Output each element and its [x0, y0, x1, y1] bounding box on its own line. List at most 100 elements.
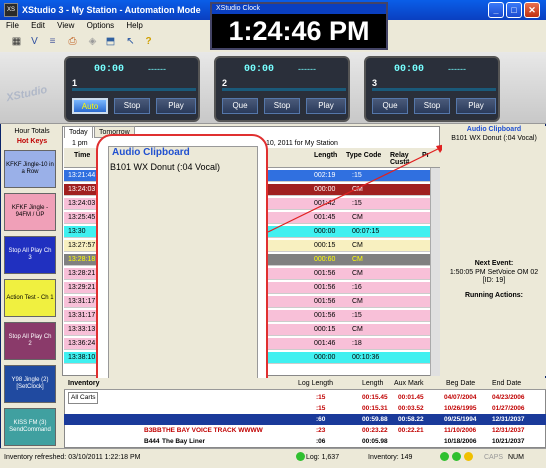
log-cell-time: 13:27:57: [68, 242, 96, 249]
close-button[interactable]: ✕: [524, 2, 540, 18]
play-button[interactable]: Play: [156, 98, 196, 114]
log-cell-type: CM: [352, 256, 363, 263]
deck-2: 2 00:00 ------ Que Stop Play: [214, 56, 350, 122]
next-event-label: Next Event:: [474, 260, 514, 267]
logo-icon[interactable]: ◈: [86, 35, 99, 48]
inv-cell-end: 01/27/2006: [492, 405, 525, 412]
inventory-row[interactable]: B444 The Bay Liner:06 00:05.98 10/18/2006 10…: [64, 436, 546, 447]
log-cell-len: 001:56: [314, 270, 336, 277]
log-cell-time: 13:24:03: [68, 186, 96, 193]
menu-view[interactable]: View: [57, 21, 74, 30]
col-log-length[interactable]: Log Length: [298, 380, 333, 387]
deck-time: 00:00: [94, 64, 125, 75]
inv-cell-log: :06: [316, 438, 326, 445]
deck-title: ------: [148, 64, 166, 74]
deck-number: 1: [72, 78, 78, 88]
list-icon[interactable]: ≡: [46, 35, 59, 48]
log-cell-len: 000:15: [314, 326, 336, 333]
inventory-row[interactable]: :15 00:15.31 00:03.52 10/26/1995 01/27/2006: [64, 403, 546, 414]
col-inv-length[interactable]: Length: [362, 380, 383, 387]
tab-inventory[interactable]: Inventory: [68, 380, 100, 387]
inventory-row[interactable]: :15 00:15.45 00:01.45 04/07/2004 04/23/2006: [64, 392, 546, 403]
log-cell-len: 001:46: [314, 340, 336, 347]
log-cell-type: CM: [352, 270, 363, 277]
menu-edit[interactable]: Edit: [31, 21, 45, 30]
hot-key-button[interactable]: KFKF Jingle - 94FM / UP: [4, 193, 56, 231]
col-end-date[interactable]: End Date: [492, 380, 521, 387]
status-light-2: [452, 452, 461, 461]
log-cell-len: 001:56: [314, 298, 336, 305]
db-icon[interactable]: ⬒: [104, 35, 117, 48]
right-pane: Audio Clipboard B101 WX Donut (:04 Vocal…: [442, 126, 546, 376]
log-cell-len: 001:56: [314, 284, 336, 291]
right-clipboard-value[interactable]: B101 WX Donut (:04 Vocal): [442, 135, 546, 142]
auto-button[interactable]: Auto: [72, 98, 108, 114]
menu-options[interactable]: Options: [87, 21, 115, 30]
inv-cell-end: 12/31/2037: [492, 416, 525, 423]
deck-1: 1 00:00 ------ Auto Stop Play: [64, 56, 200, 122]
hot-key-button[interactable]: Action Test - Ch 1: [4, 279, 56, 317]
audio-clipboard-popup: [108, 146, 258, 408]
hour-label[interactable]: 1 pm: [72, 140, 88, 147]
log-cell-len: 000:60: [314, 256, 336, 263]
menu-help[interactable]: Help: [126, 21, 142, 30]
tab-hot-keys[interactable]: Hot Keys: [2, 138, 62, 145]
play-button[interactable]: Play: [306, 98, 346, 114]
hot-key-button[interactable]: KISS FM (3) SendCommand: [4, 408, 56, 446]
inv-cell-len: 00:23.22: [362, 427, 388, 434]
log-cell-len: 001:56: [314, 312, 336, 319]
stop-button[interactable]: Stop: [114, 98, 150, 114]
inv-cell-log: :23: [316, 427, 326, 434]
log-cell-time: 13:31:17: [68, 298, 96, 305]
log-cell-len: 000:15: [314, 242, 336, 249]
status-light-3: [464, 452, 473, 461]
clock-window: XStudio Clock 1:24:46 PM: [210, 2, 388, 50]
col-beg-date[interactable]: Beg Date: [446, 380, 475, 387]
inv-cell-beg: 10/26/1995: [444, 405, 477, 412]
que-button[interactable]: Que: [372, 98, 408, 114]
status-light-1: [440, 452, 449, 461]
minimize-button[interactable]: _: [488, 2, 504, 18]
help-cursor-icon[interactable]: ↖: [124, 35, 137, 48]
inv-cell-len: 00:15.31: [362, 405, 388, 412]
clipboard-title: Audio Clipboard: [112, 147, 190, 158]
inv-cell-len: 00:05.98: [362, 438, 388, 445]
voice-track-icon[interactable]: V: [28, 35, 41, 48]
inv-cell-log: :15: [316, 405, 326, 412]
stop-button[interactable]: Stop: [414, 98, 450, 114]
hot-key-button[interactable]: KFKF Jingle-10 in a Row: [4, 150, 56, 188]
stop-button[interactable]: Stop: [264, 98, 300, 114]
print-icon[interactable]: ⎙: [66, 35, 79, 48]
inv-cell-aux: 00:03.52: [398, 405, 424, 412]
tab-today[interactable]: Today: [64, 126, 93, 138]
log-status-icon: [296, 452, 305, 461]
log-cell-time: 13:25:45: [68, 214, 96, 221]
inventory-row[interactable]: :60 00:59.88 00:58.22 09/25/1994 12/31/2037: [64, 414, 546, 425]
inv-cell-beg: 10/18/2006: [444, 438, 477, 445]
help-icon[interactable]: ?: [142, 35, 155, 48]
hot-key-button[interactable]: Stop All Play Ch 2: [4, 322, 56, 360]
deck-number: 3: [372, 78, 378, 88]
clock-title: XStudio Clock: [212, 4, 386, 14]
col-aux-mark[interactable]: Aux Mark: [394, 380, 424, 387]
col-time[interactable]: Time: [74, 152, 90, 159]
inv-cell-title: The Bay Liner: [162, 438, 205, 445]
tab-hour-totals[interactable]: Hour Totals: [2, 128, 62, 135]
inv-cell-log: :60: [316, 416, 326, 423]
hot-key-button[interactable]: Y98 Jingle (2) [SetClock]: [4, 365, 56, 403]
app-icon[interactable]: XS: [4, 3, 18, 17]
log-cell-type: CM: [352, 298, 363, 305]
status-refreshed: Inventory refreshed: 03/10/2011 1:22:18 …: [4, 454, 141, 461]
inventory-row[interactable]: B3BB THE BAY VOICE TRACK WWWW:23 00:23.22 0…: [64, 425, 546, 436]
inv-cell-cart: B444: [144, 438, 160, 445]
menu-file[interactable]: File: [6, 21, 19, 30]
play-button[interactable]: Play: [456, 98, 496, 114]
clock-value: 1:24:46 PM: [228, 16, 370, 46]
calendar-icon[interactable]: ▦: [10, 35, 23, 48]
maximize-button[interactable]: □: [506, 2, 522, 18]
clipboard-value[interactable]: B101 WX Donut (:04 Vocal): [110, 162, 220, 172]
log-cell-time: 13:29:21: [68, 284, 96, 291]
hot-key-button[interactable]: Stop All Play Ch 3: [4, 236, 56, 274]
que-button[interactable]: Que: [222, 98, 258, 114]
inventory-header: Inventory Log Length Length Aux Mark Beg…: [64, 378, 546, 390]
